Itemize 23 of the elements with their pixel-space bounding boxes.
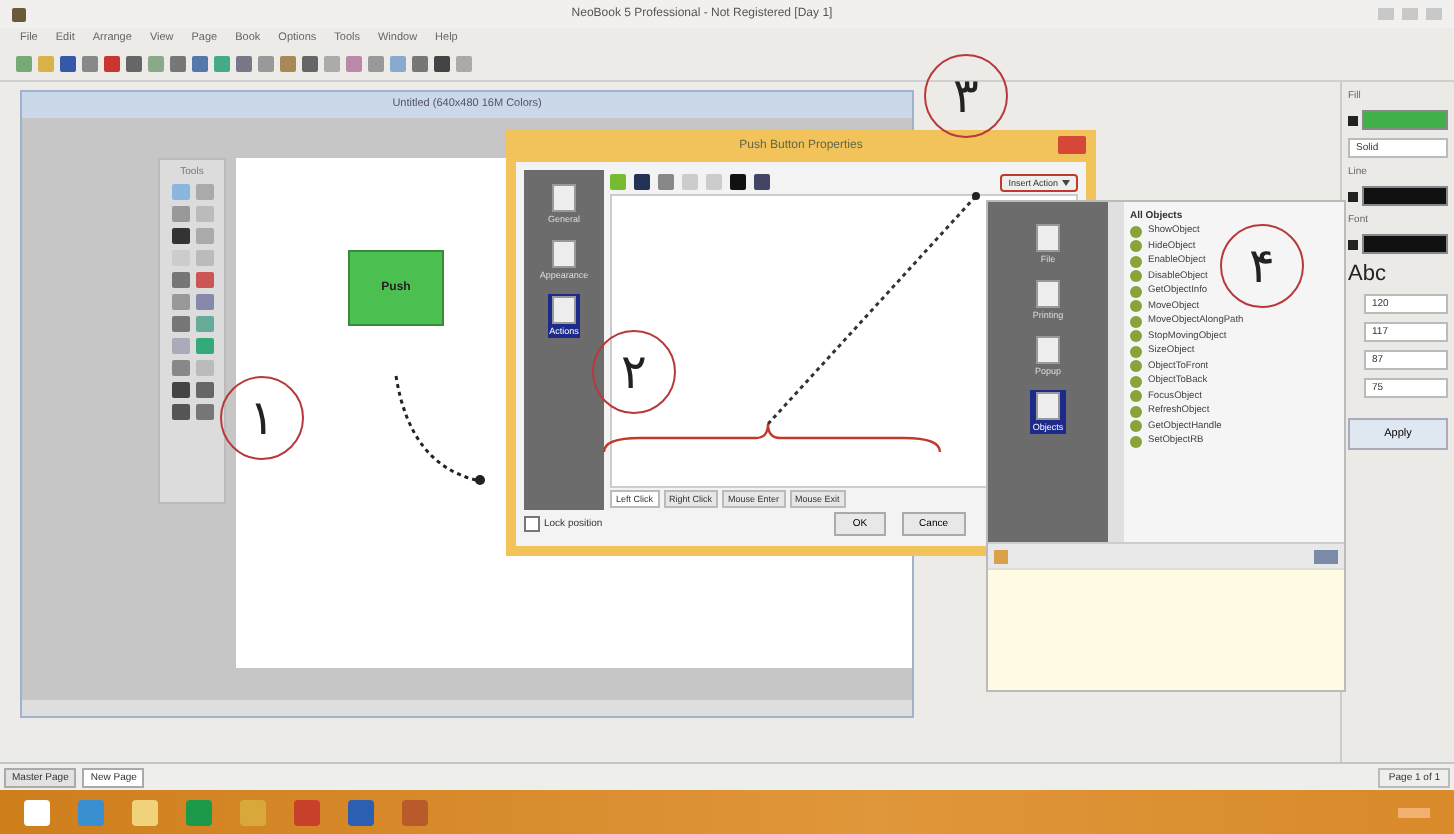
toolbar-icon[interactable] xyxy=(994,549,1008,563)
minimize-button[interactable] xyxy=(1378,8,1394,20)
font-color-swatch[interactable] xyxy=(1362,234,1448,254)
annotation-circle: ۲ xyxy=(592,330,676,414)
vertical-scrollbar[interactable] xyxy=(1108,202,1124,542)
annotation-circle: ۴ xyxy=(1220,224,1304,308)
toolbar-icon[interactable] xyxy=(1314,549,1338,563)
square-icon xyxy=(1348,239,1358,249)
horizontal-scrollbar[interactable] xyxy=(22,700,912,716)
annotation-circle: ۳ xyxy=(924,54,1008,138)
checkbox[interactable] xyxy=(524,516,540,532)
maximize-button[interactable] xyxy=(1402,8,1418,20)
annotation-circle: ۱ xyxy=(220,376,304,460)
connector-line xyxy=(394,375,485,485)
font-sample[interactable]: Abc xyxy=(1348,262,1448,286)
close-button[interactable] xyxy=(1426,8,1442,20)
toolbar-icon[interactable] xyxy=(754,174,770,190)
square-icon xyxy=(1348,115,1358,125)
tray-icons xyxy=(1398,807,1430,817)
square-icon xyxy=(1348,191,1358,201)
fill-color-swatch[interactable] xyxy=(1362,110,1448,130)
line-color-swatch[interactable] xyxy=(1362,186,1448,206)
close-button[interactable] xyxy=(1058,136,1086,154)
